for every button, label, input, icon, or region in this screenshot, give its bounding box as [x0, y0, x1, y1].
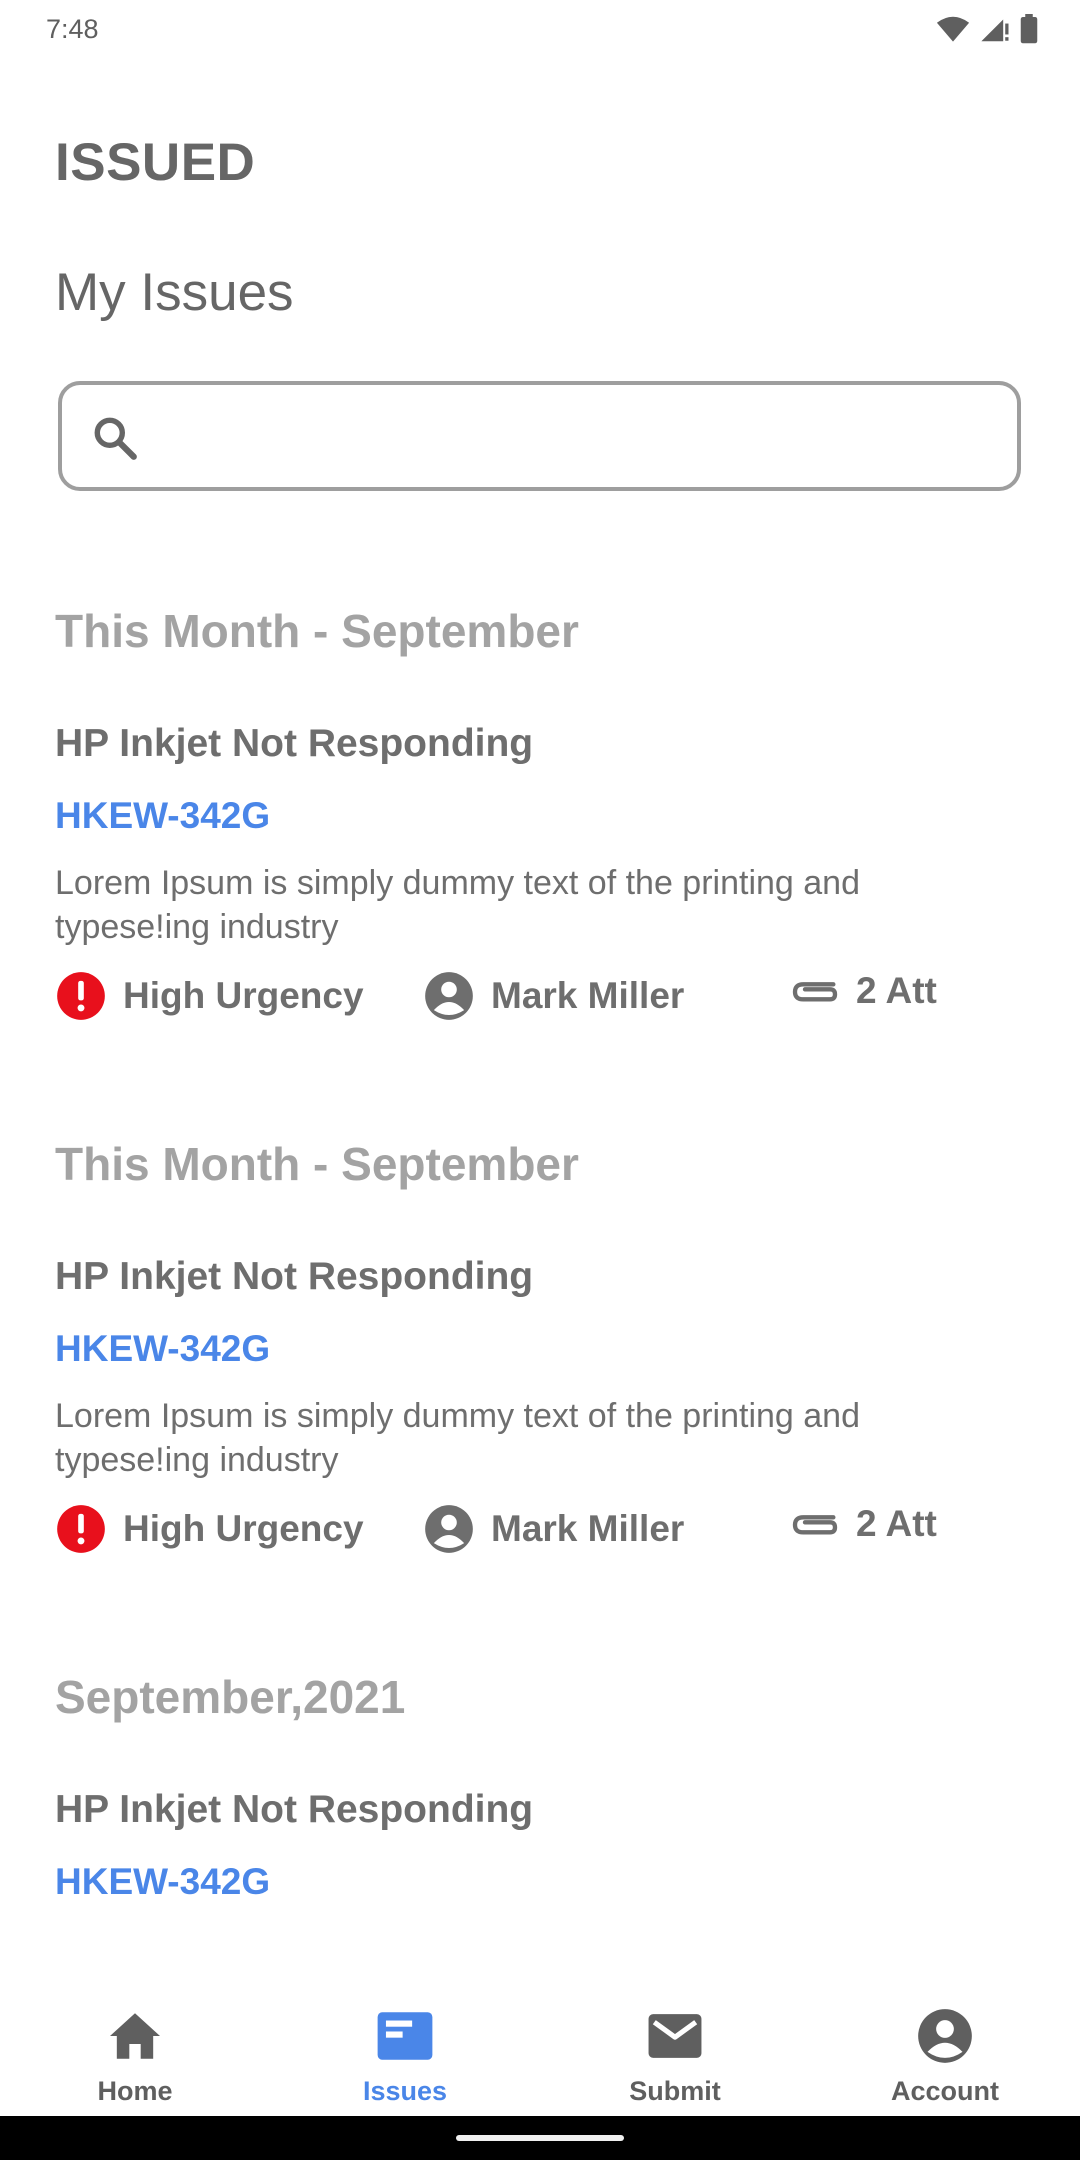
person-icon: [425, 1505, 473, 1553]
issue-description: Lorem Ipsum is simply dummy text of the …: [55, 1394, 955, 1482]
issue-description: Lorem Ipsum is simply dummy text of the …: [55, 861, 955, 949]
attachments-count: 2 Att: [856, 970, 937, 1011]
nav-item-home[interactable]: Home: [0, 1976, 270, 2116]
attachments-count: 2 Att: [856, 1503, 937, 1544]
issue-title[interactable]: HP Inkjet Not Responding: [55, 1788, 533, 1832]
issue-title[interactable]: HP Inkjet Not Responding: [55, 722, 533, 766]
group-header: This Month - September: [55, 1138, 579, 1190]
attachments-meta[interactable]: 2 Att: [790, 1503, 937, 1545]
group-header: September,2021: [55, 1671, 406, 1723]
assignee-name: Mark Miller: [491, 1508, 685, 1549]
bottom-navigation: Home Issues Submit Account: [0, 1976, 1080, 2116]
person-icon: [425, 972, 473, 1020]
nav-label: Issues: [362, 2076, 448, 2106]
issue-description-line: typese!ing industry: [55, 908, 339, 946]
mail-icon: [648, 2014, 702, 2058]
account-icon: [918, 2009, 972, 2063]
nav-label: Account: [891, 2076, 999, 2106]
search-box[interactable]: [58, 381, 1021, 491]
status-icons: [936, 14, 1038, 44]
nav-label: Home: [97, 2076, 173, 2106]
issues-icon: [377, 2012, 433, 2060]
wifi-icon: [936, 16, 970, 42]
nav-item-account[interactable]: Account: [810, 1976, 1080, 2116]
assignee-meta: Mark Miller: [423, 1503, 684, 1555]
alert-icon: [57, 972, 105, 1020]
status-bar: 7:48: [0, 0, 1080, 64]
nav-item-issues[interactable]: Issues: [270, 1976, 540, 2116]
alert-icon: [57, 1505, 105, 1553]
cell-signal-icon: [981, 19, 1009, 42]
issue-description-line: Lorem Ipsum is simply dummy text of the …: [55, 864, 860, 902]
assignee-meta: Mark Miller: [423, 970, 684, 1022]
assignee-name: Mark Miller: [491, 975, 685, 1016]
nav-label: Submit: [629, 2076, 721, 2106]
group-header: This Month - September: [55, 605, 579, 657]
nav-item-submit[interactable]: Submit: [540, 1976, 810, 2116]
urgency-meta: High Urgency: [55, 1503, 364, 1555]
battery-icon: [1020, 14, 1038, 44]
issue-description-line: typese!ing industry: [55, 1441, 339, 1479]
urgency-meta: High Urgency: [55, 970, 364, 1022]
urgency-label: High Urgency: [123, 1508, 364, 1549]
attachments-meta[interactable]: 2 Att: [790, 970, 937, 1012]
status-time: 7:48: [46, 14, 99, 44]
search-icon: [94, 417, 137, 460]
issue-description-line: Lorem Ipsum is simply dummy text of the …: [55, 1397, 860, 1435]
app-title: ISSUED: [55, 133, 256, 192]
system-gesture-bar: [0, 2116, 1080, 2160]
issue-id-link[interactable]: HKEW-342G: [55, 1861, 270, 1903]
paperclip-icon: [792, 1515, 838, 1535]
page-title: My Issues: [55, 263, 294, 322]
paperclip-icon: [792, 982, 838, 1002]
gesture-handle[interactable]: [456, 2135, 624, 2141]
home-icon: [110, 2013, 160, 2059]
issue-title[interactable]: HP Inkjet Not Responding: [55, 1255, 533, 1299]
issue-id-link[interactable]: HKEW-342G: [55, 795, 270, 837]
issue-id-link[interactable]: HKEW-342G: [55, 1328, 270, 1370]
search-input[interactable]: [162, 403, 1002, 469]
urgency-label: High Urgency: [123, 975, 364, 1016]
